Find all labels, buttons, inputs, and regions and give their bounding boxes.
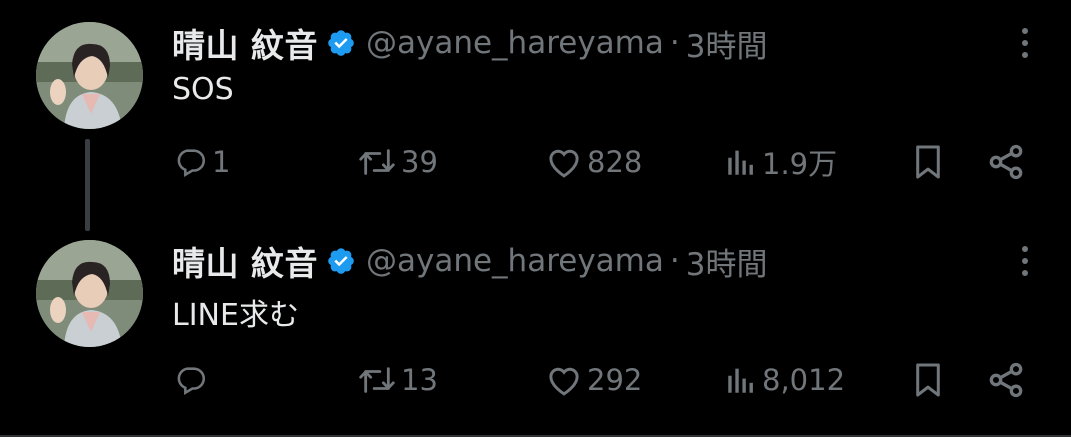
bookmark-icon <box>909 142 947 182</box>
retweet-count: 13 <box>401 363 438 397</box>
views-button[interactable]: 8,012 <box>724 356 845 404</box>
views-icon <box>724 363 758 397</box>
separator: · <box>669 243 680 279</box>
like-button[interactable]: 828 <box>545 138 642 186</box>
tweet[interactable]: 晴山 紋音 @ayane_hareyama · 3時間 LINE求む 13 29… <box>0 218 1071 437</box>
views-count: 1.9万 <box>762 147 838 181</box>
more-icon[interactable] <box>1010 26 1040 60</box>
share-button[interactable] <box>986 138 1026 186</box>
timestamp[interactable]: 3時間 <box>686 239 768 284</box>
handle[interactable]: @ayane_hareyama <box>366 243 664 279</box>
like-count: 292 <box>587 363 643 397</box>
verified-badge-icon <box>326 28 356 58</box>
tweet[interactable]: 晴山 紋音 @ayane_hareyama · 3時間 SOS 1 39 828 <box>0 0 1071 231</box>
handle[interactable]: @ayane_hareyama <box>366 25 664 61</box>
avatar[interactable] <box>36 240 143 347</box>
share-icon <box>986 142 1026 182</box>
reply-button[interactable] <box>174 356 212 404</box>
display-name[interactable]: 晴山 紋音 <box>172 237 318 285</box>
share-icon <box>986 360 1026 400</box>
action-bar: 1 39 828 1.9万 <box>0 138 1071 186</box>
like-icon <box>545 363 583 397</box>
share-button[interactable] <box>986 356 1026 404</box>
retweet-button[interactable]: 39 <box>357 138 438 186</box>
tweet-header: 晴山 紋音 @ayane_hareyama · 3時間 <box>172 238 767 284</box>
views-icon <box>724 145 758 179</box>
action-bar: 13 292 8,012 <box>0 356 1071 404</box>
like-icon <box>545 145 583 179</box>
retweet-count: 39 <box>401 145 438 179</box>
timestamp[interactable]: 3時間 <box>686 21 768 66</box>
reply-button[interactable]: 1 <box>174 138 230 186</box>
more-icon[interactable] <box>1010 244 1040 278</box>
verified-badge-icon <box>326 246 356 276</box>
bookmark-button[interactable] <box>909 356 947 404</box>
like-count: 828 <box>587 145 643 179</box>
like-button[interactable]: 292 <box>545 356 642 404</box>
reply-count: 1 <box>212 145 231 179</box>
retweet-icon <box>357 363 397 397</box>
tweet-header: 晴山 紋音 @ayane_hareyama · 3時間 <box>172 20 767 66</box>
separator: · <box>669 25 680 61</box>
bookmark-button[interactable] <box>909 138 947 186</box>
retweet-icon <box>357 145 397 179</box>
retweet-button[interactable]: 13 <box>357 356 438 404</box>
tweet-text: LINE求む <box>172 298 299 333</box>
reply-icon <box>174 363 208 397</box>
bookmark-icon <box>909 360 947 400</box>
avatar[interactable] <box>36 22 143 129</box>
display-name[interactable]: 晴山 紋音 <box>172 19 318 67</box>
views-button[interactable]: 1.9万 <box>724 138 837 186</box>
reply-icon <box>174 145 208 179</box>
views-count: 8,012 <box>762 363 846 397</box>
tweet-text: SOS <box>172 72 234 107</box>
